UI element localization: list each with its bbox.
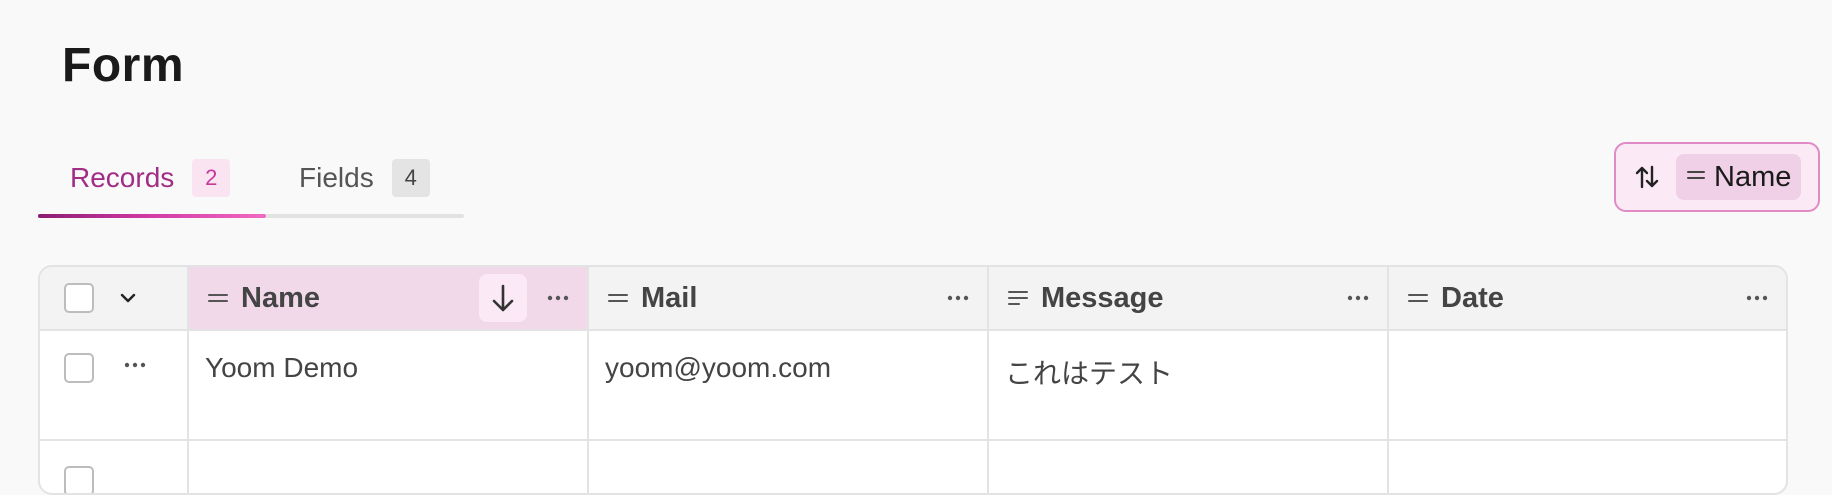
long-text-icon	[1007, 287, 1029, 309]
records-table: Name Mail Message Date Yoom Demo yoom@yo…	[38, 265, 1788, 495]
tab-records-label: Records	[70, 162, 175, 193]
column-menu-icon[interactable]	[943, 283, 973, 313]
cell-date[interactable]	[1389, 441, 1786, 493]
cell-message[interactable]: これはテスト	[989, 331, 1389, 439]
column-header-label: Date	[1441, 281, 1504, 314]
table-header-row: Name Mail Message Date	[40, 267, 1786, 331]
select-all-checkbox[interactable]	[64, 283, 94, 313]
row-select-cell	[40, 441, 189, 493]
short-text-icon	[207, 287, 229, 309]
tab-records-count: 2	[192, 159, 231, 197]
chevron-down-icon[interactable]	[116, 286, 140, 310]
sort-field-chip[interactable]: Name	[1676, 154, 1802, 200]
column-menu-icon[interactable]	[1343, 283, 1373, 313]
cell-name[interactable]	[189, 441, 589, 493]
table-row[interactable]	[40, 441, 1786, 493]
tab-fields-label: Fields	[299, 162, 374, 193]
row-select-cell	[40, 331, 189, 439]
row-checkbox[interactable]	[64, 353, 94, 383]
sort-arrows-icon	[1632, 162, 1662, 192]
cell-message[interactable]	[989, 441, 1389, 493]
cell-date[interactable]	[1389, 331, 1786, 439]
column-header-name[interactable]: Name	[189, 267, 589, 329]
column-menu-icon[interactable]	[543, 283, 573, 313]
cell-mail[interactable]	[589, 441, 989, 493]
column-header-label: Mail	[641, 281, 698, 314]
column-header-label: Message	[1041, 281, 1164, 314]
cell-mail[interactable]: yoom@yoom.com	[589, 331, 989, 439]
row-checkbox[interactable]	[64, 466, 94, 493]
cell-text: これはテスト	[1005, 358, 1174, 389]
tab-records[interactable]: Records 2	[70, 158, 231, 198]
short-text-icon	[1407, 287, 1429, 309]
sort-button[interactable]: Name	[1614, 142, 1820, 212]
column-menu-icon[interactable]	[1742, 283, 1772, 313]
sort-field-label: Name	[1714, 160, 1792, 193]
column-header-message[interactable]: Message	[989, 267, 1389, 329]
column-header-mail[interactable]: Mail	[589, 267, 989, 329]
header-select-cell	[40, 267, 189, 329]
cell-text: Yoom Demo	[205, 352, 359, 383]
short-text-icon	[1686, 168, 1706, 187]
tab-fields-count: 4	[391, 159, 430, 197]
view-tabs: Records 2 Fields 4	[38, 148, 464, 218]
row-menu-icon[interactable]	[120, 353, 150, 377]
active-tab-indicator	[38, 214, 266, 218]
column-header-label: Name	[241, 281, 320, 314]
tab-fields[interactable]: Fields 4	[299, 158, 430, 198]
table-row[interactable]: Yoom Demo yoom@yoom.com これはテスト	[40, 331, 1786, 441]
sort-descending-icon[interactable]	[479, 274, 527, 322]
cell-text: yoom@yoom.com	[605, 352, 832, 383]
column-header-date[interactable]: Date	[1389, 267, 1786, 329]
short-text-icon	[607, 287, 629, 309]
cell-name[interactable]: Yoom Demo	[189, 331, 589, 439]
page-title: Form	[62, 39, 184, 92]
